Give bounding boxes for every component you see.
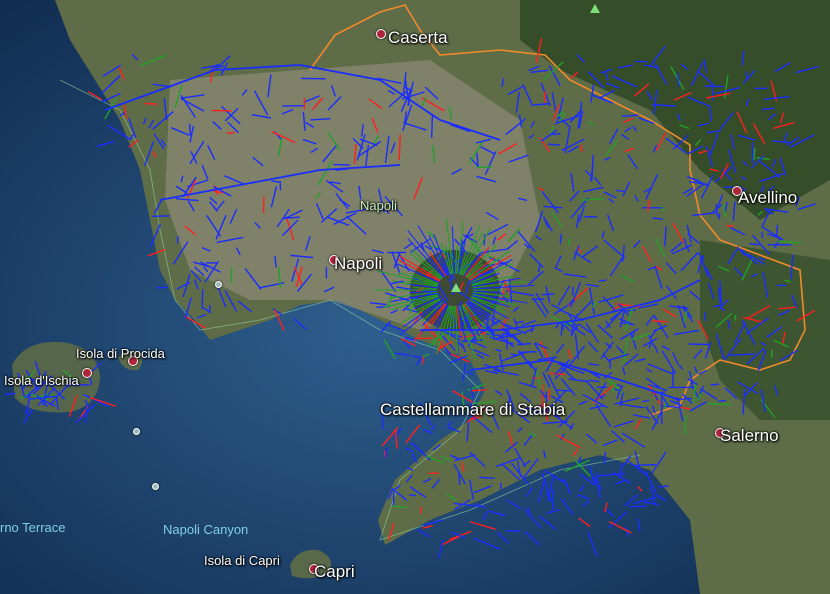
- stream-segment: [419, 506, 422, 514]
- caserta-label[interactable]: Caserta: [388, 28, 448, 48]
- stream-segment: [188, 123, 192, 136]
- stream-segment: [633, 463, 656, 467]
- stream-segment: [144, 102, 158, 105]
- stream-segment: [704, 312, 707, 322]
- volcano-icon[interactable]: [451, 283, 461, 292]
- seamount-marker-icon: [152, 483, 159, 490]
- stream-segment: [527, 508, 530, 516]
- stream-segment: [753, 147, 756, 161]
- stream-segment: [479, 476, 495, 480]
- stream-segment: [693, 382, 696, 404]
- map-canvas[interactable]: [0, 0, 830, 594]
- terrace-label[interactable]: rno Terrace: [0, 520, 66, 535]
- stream-segment: [333, 163, 350, 166]
- stream-segment: [770, 349, 773, 358]
- stream-segment: [560, 323, 563, 336]
- isola-procida-label[interactable]: Isola di Procida: [76, 346, 165, 361]
- seamount-marker-icon: [215, 281, 222, 288]
- stream-segment: [734, 314, 737, 321]
- stream-segment: [677, 72, 680, 87]
- stream-segment: [551, 489, 555, 511]
- stream-segment: [506, 529, 521, 532]
- napoli-canyon-label[interactable]: Napoli Canyon: [163, 522, 248, 537]
- caserta-marker-icon[interactable]: [376, 29, 386, 39]
- capri-label[interactable]: Capri: [314, 562, 355, 582]
- stream-segment: [704, 85, 724, 88]
- salerno-label[interactable]: Salerno: [720, 426, 779, 446]
- isola-ischia-label[interactable]: Isola d'Ischia: [4, 373, 79, 388]
- stream-segment: [548, 143, 561, 146]
- satellite-map[interactable]: Caserta Avellino Napoli Napoli Castellam…: [0, 0, 830, 594]
- stream-segment: [556, 389, 573, 392]
- stream-segment: [710, 383, 719, 386]
- stream-segment: [761, 231, 764, 239]
- stream-segment: [664, 226, 667, 247]
- peak-icon[interactable]: [590, 4, 600, 13]
- stream-segment: [412, 355, 422, 358]
- stream-segment: [430, 116, 434, 138]
- stream-segment: [201, 289, 204, 309]
- stream-segment: [409, 494, 417, 497]
- napoli-label[interactable]: Napoli: [334, 254, 382, 274]
- stream-segment: [726, 224, 735, 227]
- stream-segment: [616, 189, 624, 193]
- isola-capri-label[interactable]: Isola di Capri: [204, 553, 280, 568]
- napoli-district-label[interactable]: Napoli: [360, 198, 397, 213]
- avellino-label[interactable]: Avellino: [738, 188, 797, 208]
- stream-segment: [628, 505, 647, 508]
- ischia-marker-icon[interactable]: [82, 368, 92, 378]
- seamount-marker-icon: [133, 428, 140, 435]
- castellammare-label[interactable]: Castellammare di Stabia: [380, 400, 565, 420]
- stream-segment: [749, 243, 760, 246]
- stream-segment: [548, 389, 551, 400]
- stream-segment: [499, 482, 502, 490]
